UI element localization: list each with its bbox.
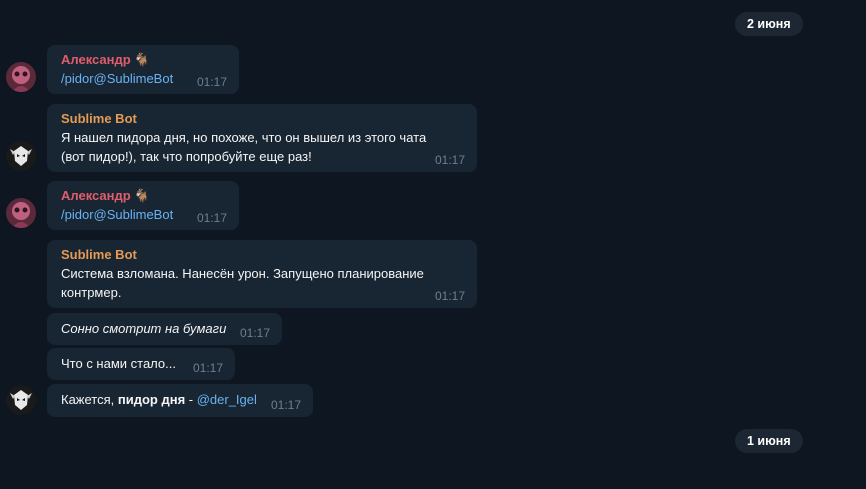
goat-emoji: 🐐 (133, 52, 150, 67)
message-time: 01:17 (192, 361, 223, 375)
message-time: 01:17 (434, 289, 465, 303)
date-separator-bottom[interactable]: 1 июня (735, 429, 803, 453)
goat-emoji: 🐐 (133, 188, 150, 203)
sender-name[interactable]: Александр 🐐 (61, 51, 227, 69)
message-bubble[interactable]: Что с нами стало... 01:17 (47, 348, 235, 380)
message-bubble[interactable]: Александр 🐐 /pidor@SublimeBot 01:17 (47, 181, 239, 230)
message-text-line: Я нашел пидора дня, но похоже, что он вы… (61, 130, 427, 145)
message-bubble[interactable]: Александр 🐐 /pidor@SublimeBot 01:17 (47, 45, 239, 94)
message-time: 01:17 (196, 75, 227, 89)
sender-name[interactable]: Александр 🐐 (61, 187, 227, 205)
message-time: 01:17 (434, 153, 465, 167)
avatar-sublime-bot[interactable] (6, 385, 36, 415)
bold-text: пидор дня (117, 392, 186, 407)
avatar-alexander[interactable] (6, 198, 36, 228)
user-mention-link[interactable]: @der_Igel (197, 392, 257, 407)
message-bubble[interactable]: Сонно смотрит на бумаги 01:17 (47, 313, 282, 345)
message-text: Кажется, пидор дня - @der_Igel (61, 392, 257, 407)
message-text: Сонно смотрит на бумаги (61, 321, 227, 336)
message-bubble[interactable]: Sublime Bot Я нашел пидора дня, но похож… (47, 104, 477, 172)
message-bubble[interactable]: Кажется, пидор дня - @der_Igel 01:17 (47, 384, 313, 417)
message-time: 01:17 (196, 211, 227, 225)
message-text-line: Система взломана. Нанесён урон. Запущено… (61, 266, 424, 281)
sender-name[interactable]: Sublime Bot (61, 110, 465, 128)
message-text-line: (вот пидор!), так что попробуйте еще раз… (61, 149, 312, 164)
message-time: 01:17 (270, 398, 301, 412)
message-bubble[interactable]: Sublime Bot Система взломана. Нанесён ур… (47, 240, 477, 308)
date-separator-top[interactable]: 2 июня (735, 12, 803, 36)
sender-name[interactable]: Sublime Bot (61, 246, 465, 264)
message-time: 01:17 (239, 326, 270, 340)
avatar-sublime-bot[interactable] (6, 141, 36, 171)
message-text-line: контрмер. (61, 285, 122, 300)
avatar-alexander[interactable] (6, 62, 36, 92)
